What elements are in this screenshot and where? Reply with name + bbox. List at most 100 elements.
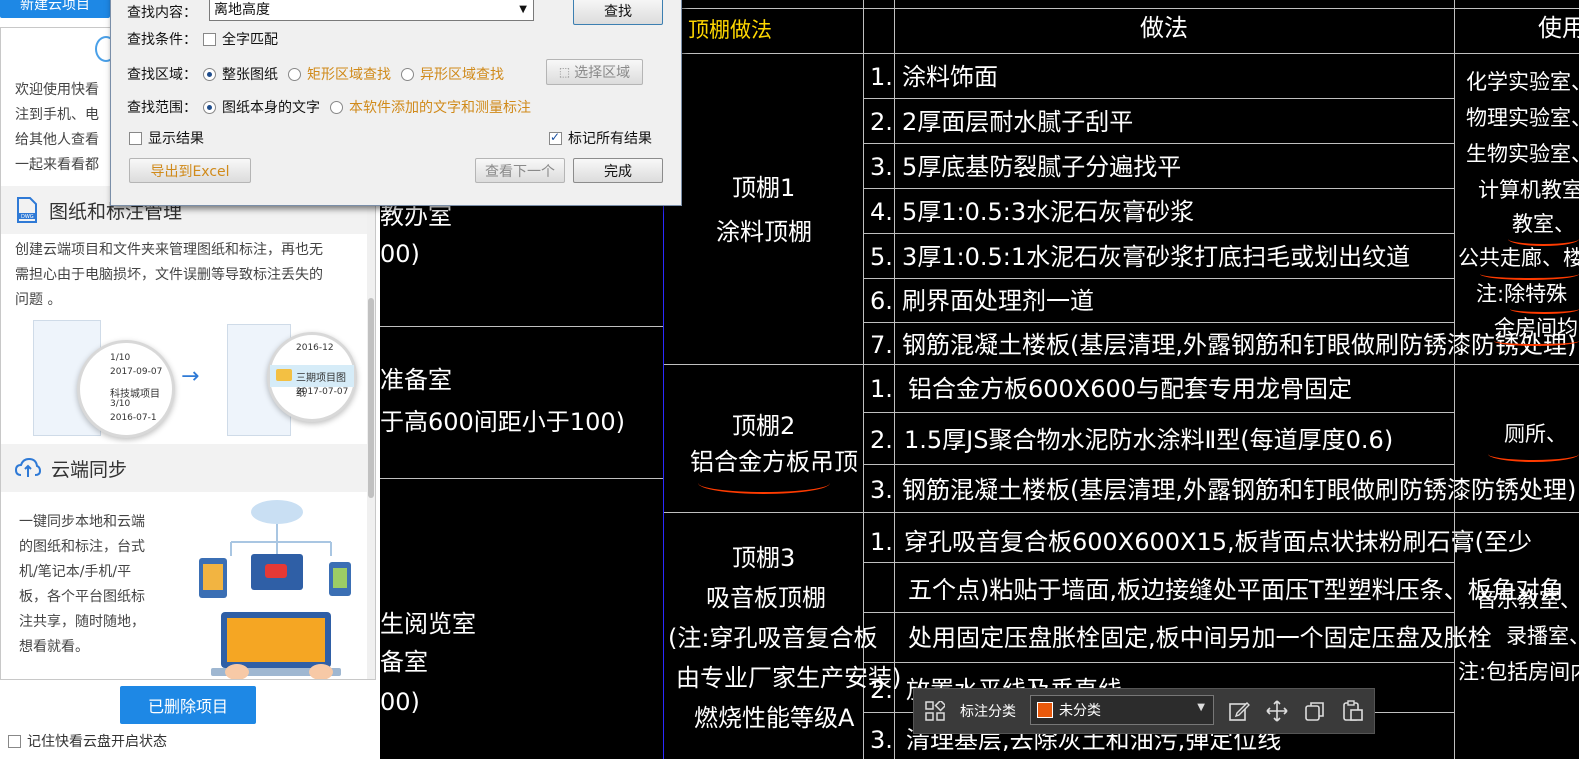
export-excel-button[interactable]: 导出到Excel bbox=[129, 158, 251, 183]
find-button[interactable]: 查找 bbox=[573, 0, 663, 25]
step-number: 6. bbox=[870, 287, 893, 315]
step-number: 4. bbox=[870, 198, 893, 226]
ceiling3-name: 顶棚3 bbox=[732, 544, 796, 572]
room-fragment: 准备室 bbox=[380, 366, 452, 394]
show-results-label: 显示结果 bbox=[148, 131, 204, 147]
table-line bbox=[863, 412, 1454, 413]
area-irregular-label: 异形区域查找 bbox=[420, 67, 504, 83]
step-number: 1. bbox=[870, 63, 893, 91]
grid-icon[interactable] bbox=[924, 700, 946, 722]
ceiling1-name: 顶棚1 bbox=[732, 174, 796, 202]
use-text: 计算机教室 bbox=[1478, 178, 1579, 202]
step-text: 刷界面处理剂一道 bbox=[902, 287, 1094, 315]
find-content-value: 离地高度 bbox=[214, 2, 270, 18]
dwg-file-icon: DWG bbox=[17, 197, 37, 223]
use-text: 音乐教室、 bbox=[1476, 588, 1579, 612]
red-annotation-line bbox=[1488, 446, 1579, 462]
copy-icon[interactable] bbox=[1304, 700, 1326, 722]
step-text: 3厚1:0.5:1水泥石灰膏砂浆打底扫毛或划出纹道 bbox=[902, 243, 1411, 271]
deleted-projects-button[interactable]: 已删除项目 bbox=[120, 686, 256, 724]
use-text: 录播室、 bbox=[1506, 624, 1579, 648]
table-line bbox=[863, 662, 1454, 663]
use-text: 物理实验室、 bbox=[1466, 106, 1579, 130]
header-method: 做法 bbox=[1140, 14, 1188, 42]
step-number: 1. bbox=[870, 375, 893, 403]
step-text: 五个点)粘贴于墙面,板边接缝处平面压T型塑料压条、板角对角 bbox=[908, 576, 1564, 604]
full-match-label: 全字匹配 bbox=[222, 32, 278, 48]
find-area-label: 查找区域： bbox=[127, 67, 197, 83]
move-icon[interactable] bbox=[1266, 700, 1288, 722]
step-number: 1. bbox=[870, 528, 893, 556]
paste-icon[interactable] bbox=[1342, 700, 1364, 722]
step-text: 5厚1:0.5:3水泥石灰膏砂浆 bbox=[902, 198, 1195, 226]
step-number: 7. bbox=[870, 331, 893, 359]
use-text: 注:包括房间内 bbox=[1458, 660, 1579, 684]
find-range-label: 查找范围： bbox=[127, 100, 197, 116]
step-number: 2. bbox=[870, 676, 893, 704]
area-irregular-radio[interactable] bbox=[401, 67, 414, 81]
step-text: 钢筋混凝土楼板(基层清理,外露钢筋和钉眼做刷防锈漆防锈处理) bbox=[902, 331, 1577, 359]
table-line bbox=[863, 143, 1454, 144]
find-content-input[interactable]: 离地高度 ▼ bbox=[209, 0, 534, 21]
select-area-button[interactable]: ⬚ 选择区域 bbox=[546, 59, 643, 85]
section2-body: 一键同步本地和云端 的图纸和标注，台式 机/笔记本/手机/平 板，各个平台图纸标… bbox=[19, 514, 145, 655]
chevron-down-icon[interactable]: ▼ bbox=[519, 0, 527, 20]
table-line bbox=[863, 612, 1454, 613]
find-dialog: 查找内容： 离地高度 ▼ 查找 查找条件： 全字匹配 查找区域： 整张图纸 矩形… bbox=[110, 0, 682, 206]
category-color-swatch bbox=[1037, 702, 1053, 718]
step-number: 3. bbox=[870, 726, 893, 754]
red-annotation-line bbox=[1508, 232, 1579, 246]
full-match-checkbox[interactable] bbox=[203, 32, 216, 46]
area-rect-label: 矩形区域查找 bbox=[307, 67, 391, 83]
room-fragment: 于高600间距小于100) bbox=[380, 408, 625, 436]
header-ceiling-method: 顶棚做法 bbox=[688, 18, 772, 42]
mark-all-checkbox[interactable] bbox=[549, 130, 562, 145]
done-button[interactable]: 完成 bbox=[573, 158, 663, 183]
edit-icon[interactable] bbox=[1228, 700, 1250, 722]
chevron-down-icon[interactable]: ▼ bbox=[1197, 702, 1205, 713]
area-whole-label: 整张图纸 bbox=[222, 67, 278, 83]
section-title-text: 云端同步 bbox=[51, 458, 128, 481]
table-line bbox=[863, 188, 1454, 189]
ceiling2-name: 顶棚2 bbox=[732, 412, 796, 440]
ceiling1-type: 涂料顶棚 bbox=[716, 218, 812, 246]
header-use: 使用 bbox=[1538, 14, 1579, 42]
remember-cloud-state[interactable]: 记住快看云盘开启状态 bbox=[8, 731, 167, 751]
folder-icon bbox=[276, 369, 292, 381]
table-line bbox=[894, 0, 895, 759]
step-text: 1.5厚JS聚合物水泥防水涂料Ⅱ型(每道厚度0.6) bbox=[904, 426, 1394, 454]
step-number: 2. bbox=[870, 426, 893, 454]
category-value: 未分类 bbox=[1059, 703, 1101, 719]
use-text: 注:除特殊 bbox=[1476, 282, 1568, 306]
find-next-button[interactable]: 查看下一个 bbox=[475, 158, 565, 183]
range-self-label: 图纸本身的文字 bbox=[222, 100, 320, 116]
red-annotation-line bbox=[1480, 268, 1579, 280]
remember-checkbox[interactable] bbox=[8, 734, 21, 748]
section1-body: 创建云端项目和文件夹来管理图纸和标注，再也无 需担心由于电脑损坏，文件误删等导致… bbox=[15, 242, 323, 308]
step-number: 3. bbox=[870, 153, 893, 181]
show-results-checkbox[interactable] bbox=[129, 131, 142, 145]
select-area-icon: ⬚ bbox=[558, 65, 571, 79]
scrollbar-thumb[interactable] bbox=[368, 298, 374, 498]
ceiling3-note: 燃烧性能等级A bbox=[694, 704, 855, 732]
table-line bbox=[863, 464, 1454, 465]
category-select[interactable]: 未分类 ▼ bbox=[1030, 695, 1214, 725]
step-text: 2厚面层耐水腻子刮平 bbox=[902, 108, 1134, 136]
svg-text:DWG: DWG bbox=[21, 214, 34, 220]
remember-label: 记住快看云盘开启状态 bbox=[27, 734, 167, 750]
room-fragment: 生阅览室 bbox=[380, 610, 476, 638]
magnifier-bubble: 1/10 2017-09-07 科技城项目 3/10 2016-07-1 bbox=[77, 340, 175, 438]
range-added-radio[interactable] bbox=[330, 100, 343, 114]
ceiling3-note: (注:穿孔吸音复合板 bbox=[668, 624, 878, 652]
new-cloud-project-button[interactable]: 新建云项目 bbox=[0, 0, 110, 18]
mark-all-label: 标记所有结果 bbox=[568, 131, 652, 147]
area-whole-radio[interactable] bbox=[203, 67, 216, 81]
range-self-radio[interactable] bbox=[203, 100, 216, 114]
step-number: 5. bbox=[870, 243, 893, 271]
arrow-right-icon: → bbox=[181, 364, 200, 389]
table-line bbox=[380, 326, 663, 327]
step-text: 5厚底基防裂腻子分遍找平 bbox=[902, 153, 1182, 181]
table-line bbox=[663, 364, 1579, 365]
table-line bbox=[663, 512, 1579, 513]
area-rect-radio[interactable] bbox=[288, 67, 301, 81]
